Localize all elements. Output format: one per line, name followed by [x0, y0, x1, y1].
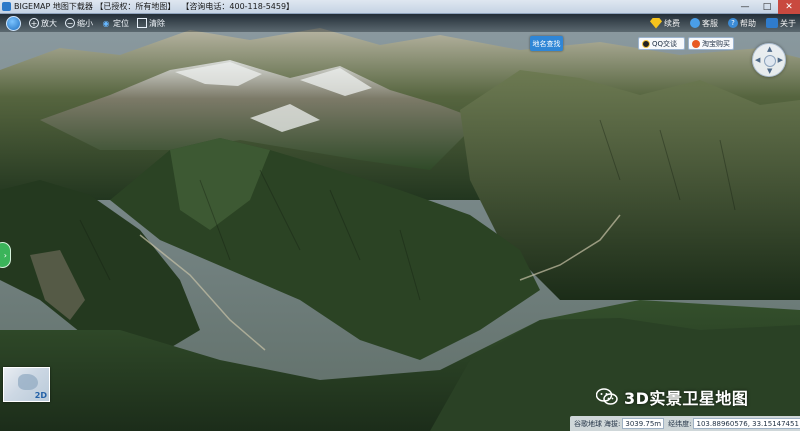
coords-label: 经纬度: — [668, 419, 692, 428]
overview-minimap[interactable]: 2D — [3, 367, 50, 402]
hotline-text: 【咨询电话：400-118-5459】 — [181, 2, 295, 11]
view-mode-toggle[interactable]: 2D — [35, 391, 47, 400]
pan-down-icon[interactable]: ▼ — [767, 67, 772, 75]
side-panel-arrow-icon: › — [3, 250, 7, 260]
locate-label: 定位 — [113, 18, 129, 28]
taobao-icon — [692, 39, 700, 48]
service-label: 客服 — [702, 18, 718, 28]
qq-chat-button[interactable]: QQ交谈 — [638, 37, 685, 50]
pan-left-icon[interactable]: ◀ — [755, 56, 760, 64]
about-label: 关于 — [780, 18, 796, 28]
side-panel-toggle[interactable]: › — [0, 242, 11, 268]
zoom-out-label: 缩小 — [77, 18, 93, 28]
help-label: 帮助 — [740, 18, 756, 28]
help-button[interactable]: ? 帮助 — [728, 18, 756, 29]
compass-center-icon[interactable] — [764, 55, 776, 67]
zoom-out-icon: − — [65, 18, 75, 28]
service-button[interactable]: 客服 — [690, 18, 718, 29]
wechat-icon — [596, 388, 618, 405]
location-pin-icon: ◉ — [102, 18, 110, 28]
watermark-text: 3D实景卫星地图 — [624, 389, 749, 408]
zoom-in-button[interactable]: + 放大 — [29, 18, 57, 29]
toolbar-right: 续费 客服 ? 帮助 关于 — [640, 15, 796, 31]
gem-icon — [650, 17, 662, 29]
qq-icon — [642, 39, 650, 48]
toolbar-left: + 放大 − 缩小 ◉ 定位 清除 — [6, 15, 173, 31]
help-icon: ? — [728, 18, 738, 28]
zoom-in-icon: + — [29, 18, 39, 28]
about-button[interactable]: 关于 — [766, 18, 796, 29]
map-application: BIGEMAP 地图下载器 【已授权：所有地图】 【咨询电话：400-118-5… — [0, 0, 800, 431]
window-title: BIGEMAP 地图下载器 【已授权：所有地图】 — [14, 2, 176, 11]
globe-menu-icon[interactable] — [6, 15, 21, 31]
maximize-button[interactable]: □ — [756, 0, 778, 14]
taobao-buy-button[interactable]: 淘宝购买 — [688, 37, 734, 50]
minimap-region — [18, 374, 38, 390]
clear-icon — [137, 18, 147, 28]
window-controls: — □ ✕ — [734, 0, 800, 14]
status-bar: 谷歌地球 海拔: 3039.75m 经纬度: 103.88960576, 33.… — [570, 416, 800, 431]
service-icon — [690, 18, 700, 28]
minimize-button[interactable]: — — [734, 0, 756, 14]
place-search-button[interactable]: 地名查找 — [530, 36, 563, 51]
locate-button[interactable]: ◉ 定位 — [101, 18, 130, 29]
qq-chat-label: QQ交谈 — [652, 39, 678, 48]
about-icon — [766, 18, 778, 28]
taobao-buy-label: 淘宝购买 — [702, 39, 730, 48]
terrain-viewport[interactable] — [0, 0, 800, 431]
window-titlebar: BIGEMAP 地图下载器 【已授权：所有地图】 【咨询电话：400-118-5… — [0, 0, 800, 14]
app-logo-icon — [2, 2, 11, 11]
zoom-in-label: 放大 — [41, 18, 57, 28]
clear-button[interactable]: 清除 — [137, 18, 165, 29]
map-toolbar: + 放大 − 缩小 ◉ 定位 清除 续费 客服 ? 帮助 关于 — [0, 14, 800, 32]
renew-button[interactable]: 续费 — [650, 17, 680, 29]
pan-up-icon[interactable]: ▲ — [767, 45, 772, 53]
watermark: 3D实景卫星地图 — [596, 384, 748, 410]
map-source-label: 谷歌地球 — [574, 419, 602, 428]
coords-value: 103.88960576, 33.15147451 — [693, 418, 800, 429]
pan-right-icon[interactable]: ▶ — [778, 56, 783, 64]
clear-label: 清除 — [149, 18, 165, 28]
zoom-out-button[interactable]: − 缩小 — [65, 18, 93, 29]
elevation-value: 3039.75m — [622, 418, 665, 429]
navigation-compass[interactable]: ▲ ▼ ◀ ▶ — [752, 43, 786, 77]
elevation-label: 海拔: — [604, 419, 621, 428]
close-button[interactable]: ✕ — [778, 0, 800, 14]
renew-label: 续费 — [664, 18, 680, 28]
